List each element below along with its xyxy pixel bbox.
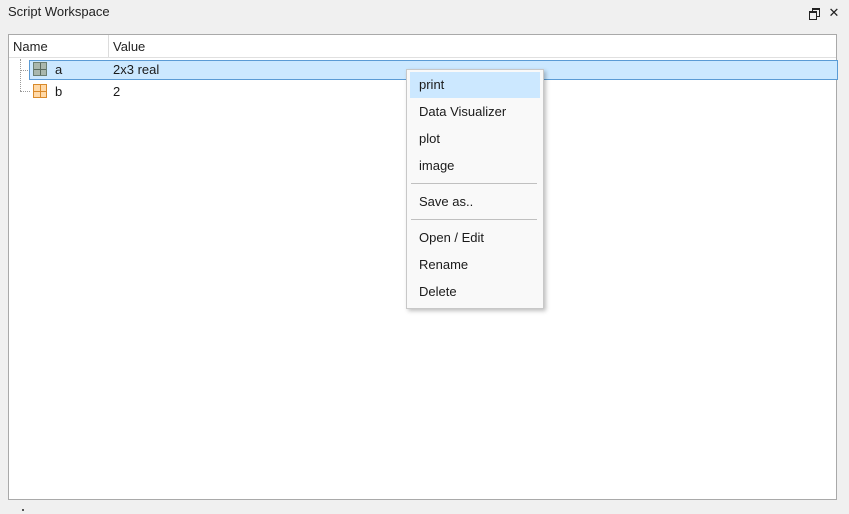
matrix-icon bbox=[33, 62, 47, 76]
window-title: Script Workspace bbox=[8, 4, 110, 19]
float-window-button[interactable] bbox=[806, 5, 822, 21]
title-bar: Script Workspace ✕ bbox=[0, 0, 849, 28]
menu-item-data-visualizer[interactable]: Data Visualizer bbox=[410, 99, 540, 125]
menu-item-delete[interactable]: Delete bbox=[410, 279, 540, 305]
menu-separator bbox=[411, 183, 537, 184]
close-button[interactable]: ✕ bbox=[826, 5, 842, 21]
variable-value: 2x3 real bbox=[113, 62, 160, 77]
table-header: Name Value bbox=[9, 35, 836, 58]
close-icon: ✕ bbox=[828, 5, 840, 20]
menu-item-plot[interactable]: plot bbox=[410, 126, 540, 152]
status-tick bbox=[22, 509, 24, 511]
scalar-icon bbox=[33, 84, 47, 98]
variable-name: b bbox=[55, 84, 63, 99]
menu-item-print[interactable]: print bbox=[410, 72, 540, 98]
menu-separator bbox=[411, 219, 537, 220]
menu-item-rename[interactable]: Rename bbox=[410, 252, 540, 278]
context-menu: print Data Visualizer plot image Save as… bbox=[406, 69, 544, 309]
variable-name: a bbox=[55, 62, 63, 77]
column-header-value[interactable]: Value bbox=[113, 39, 145, 54]
column-divider[interactable] bbox=[108, 35, 109, 57]
menu-item-save-as[interactable]: Save as.. bbox=[410, 189, 540, 215]
column-header-name[interactable]: Name bbox=[13, 39, 48, 54]
variable-value: 2 bbox=[113, 84, 121, 99]
restore-icon bbox=[809, 8, 820, 20]
menu-item-image[interactable]: image bbox=[410, 153, 540, 179]
menu-item-open-edit[interactable]: Open / Edit bbox=[410, 225, 540, 251]
